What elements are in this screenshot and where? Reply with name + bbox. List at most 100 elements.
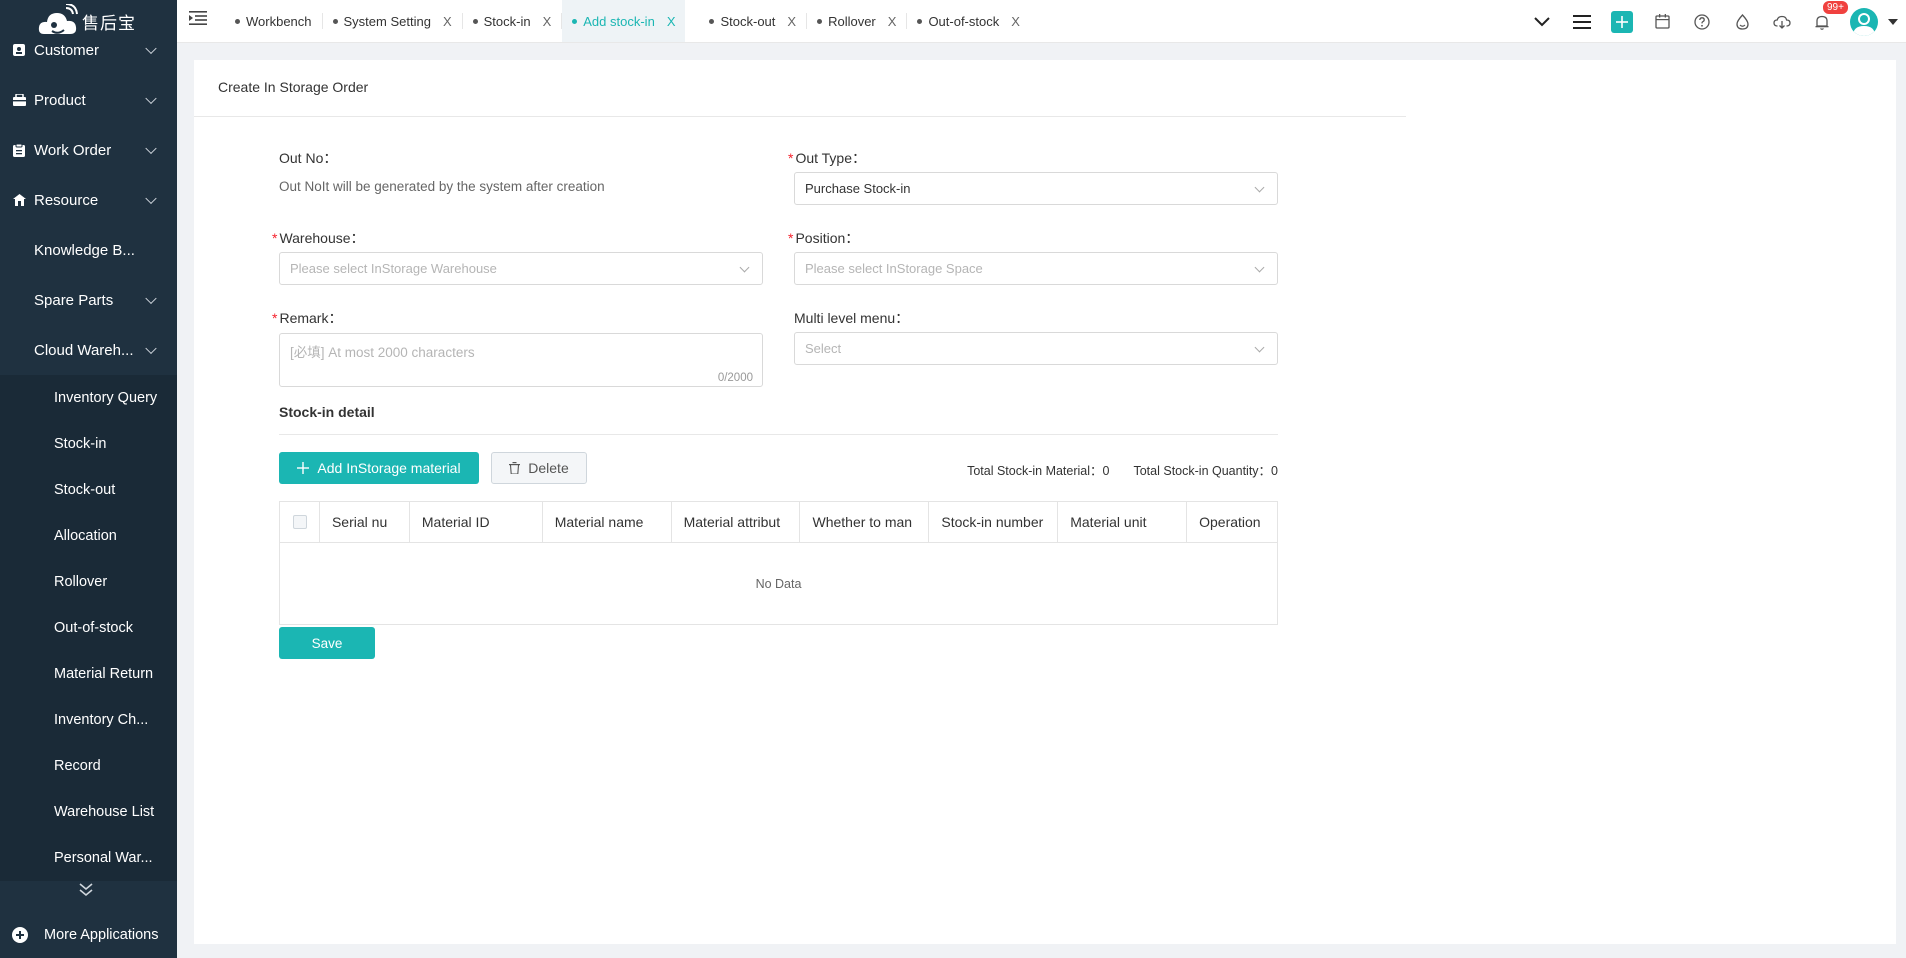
skin-button[interactable] [1722, 0, 1762, 43]
sidebar-item-label: Rollover [54, 574, 108, 590]
sidebar-item-out-of-stock[interactable]: Out-of-stock [0, 605, 177, 651]
tab-label: Rollover [828, 13, 876, 29]
column-header[interactable]: Material ID [410, 502, 543, 542]
calendar-icon [1654, 14, 1670, 29]
sidebar-item-allocation[interactable]: Allocation [0, 513, 177, 559]
notification-button[interactable]: 99+ [1802, 0, 1849, 43]
tabs-dropdown-button[interactable] [1522, 0, 1562, 43]
select-all-cell [280, 502, 320, 542]
tab-add-stock-in[interactable]: Add stock-in X [562, 0, 686, 42]
sidebar-item-customer[interactable]: Customer [0, 25, 177, 75]
sidebar-item-warehouse-list[interactable]: Warehouse List [0, 789, 177, 835]
download-button[interactable] [1762, 0, 1802, 43]
close-icon[interactable]: X [667, 14, 676, 29]
sidebar-item-label: Product [34, 91, 86, 109]
column-header[interactable]: Serial nu [320, 502, 410, 542]
column-header[interactable]: Material name [543, 502, 672, 542]
sidebar-item-label: Cloud Wareh... [34, 341, 134, 359]
sidebar-item-stock-in[interactable]: Stock-in [0, 421, 177, 467]
warehouse-select[interactable]: Please select InStorage Warehouse [279, 252, 763, 285]
tab-dot-icon [917, 18, 923, 24]
sidebar-item-label: Customer [34, 41, 100, 59]
cloud-warehouse-submenu: Inventory Query Stock-in Stock-out Alloc… [0, 375, 177, 881]
delete-button[interactable]: Delete [491, 452, 587, 484]
more-applications-button[interactable]: More Applications [0, 912, 177, 958]
close-icon[interactable]: X [1011, 14, 1020, 29]
sidebar-item-resource[interactable]: Resource [0, 175, 177, 225]
delete-label: Delete [528, 460, 569, 476]
column-header[interactable]: Material attribut [672, 502, 801, 542]
chevron-down-icon [1254, 262, 1265, 273]
tab-stock-in[interactable]: Stock-in X [463, 0, 562, 42]
tab-out-of-stock[interactable]: Out-of-stock X [907, 0, 1029, 42]
tab-rollover[interactable]: Rollover X [807, 0, 906, 42]
sidebar-item-label: Warehouse List [54, 804, 155, 820]
remark-placeholder: [必填] At most 2000 characters [290, 345, 475, 360]
close-icon[interactable]: X [443, 14, 452, 29]
double-chevron-down-icon[interactable] [76, 880, 96, 900]
position-select[interactable]: Please select InStorage Space [794, 252, 1278, 285]
close-icon[interactable]: X [787, 14, 796, 29]
sidebar-item-material-return[interactable]: Material Return [0, 651, 177, 697]
total-material-value: 0 [1102, 464, 1110, 478]
sidebar-item-label: Record [54, 758, 101, 774]
sidebar-item-stock-out[interactable]: Stock-out [0, 467, 177, 513]
multi-level-menu-select[interactable]: Select [794, 332, 1278, 365]
resource-icon [12, 193, 26, 207]
sidebar-item-rollover[interactable]: Rollover [0, 559, 177, 605]
sidebar-item-label: Inventory Ch... [54, 712, 149, 728]
required-mark: * [788, 230, 794, 246]
sidebar-item-work-order[interactable]: Work Order [0, 125, 177, 175]
sidebar-item-personal-warehouse[interactable]: Personal War... [0, 835, 177, 881]
sidebar-item-record[interactable]: Record [0, 743, 177, 789]
out-type-label-text: Out Type： [795, 150, 867, 166]
menu-fold-icon[interactable] [189, 10, 207, 26]
sidebar-item-inventory-check[interactable]: Inventory Ch... [0, 697, 177, 743]
remark-textarea[interactable]: [必填] At most 2000 characters 0/2000 [279, 333, 763, 387]
user-menu-button[interactable] [1842, 0, 1906, 43]
calendar-button[interactable] [1642, 0, 1682, 43]
sidebar-item-product[interactable]: Product [0, 75, 177, 125]
tab-stock-out[interactable]: Stock-out X [699, 0, 806, 42]
tab-label: Out-of-stock [928, 13, 1000, 29]
column-header[interactable]: Whether to man [800, 502, 930, 542]
chevron-down-icon [1534, 16, 1550, 26]
tab-workbench[interactable]: Workbench [225, 0, 322, 42]
multi-level-menu-label: Multi level menu： [794, 310, 910, 326]
tab-label: Stock-in [483, 13, 531, 29]
work-order-icon [12, 143, 26, 157]
sidebar-item-spare-parts[interactable]: Spare Parts [0, 275, 177, 325]
header-actions: 99+ [1522, 0, 1906, 43]
column-header[interactable]: Stock-in number [929, 502, 1059, 542]
column-header[interactable]: Material unit [1058, 502, 1188, 542]
tab-dot-icon [709, 18, 715, 24]
sidebar-item-knowledge-base[interactable]: Knowledge B... [0, 225, 177, 275]
sidebar-item-label: Allocation [54, 528, 117, 544]
sidebar-item-cloud-warehouse[interactable]: Cloud Wareh... [0, 325, 177, 375]
warehouse-label-text: Warehouse： [279, 230, 365, 246]
sidebar-item-label: Spare Parts [34, 291, 114, 309]
add-instorage-material-button[interactable]: Add InStorage material [279, 452, 479, 484]
select-all-checkbox[interactable] [293, 515, 307, 529]
close-icon[interactable]: X [543, 14, 552, 29]
chevron-down-icon [1254, 182, 1265, 193]
tab-bar: Workbench System Setting X Stock-in X Ad… [225, 0, 1030, 43]
chevron-down-icon [739, 262, 750, 273]
tab-system-setting[interactable]: System Setting X [323, 0, 462, 42]
save-button[interactable]: Save [279, 627, 375, 659]
stock-in-detail-title: Stock-in detail [279, 404, 375, 420]
close-icon[interactable]: X [888, 14, 897, 29]
position-label-text: Position： [795, 230, 860, 246]
stock-in-detail-table: Serial nu Material ID Material name Mate… [279, 501, 1278, 625]
avatar [1850, 7, 1878, 36]
help-button[interactable] [1682, 0, 1722, 43]
sidebar-item-inventory-query[interactable]: Inventory Query [0, 375, 177, 421]
quick-create-button[interactable] [1602, 0, 1642, 43]
water-drop-icon [1735, 13, 1749, 30]
multi-level-menu-placeholder: Select [805, 341, 842, 356]
sidebar-item-label: Out-of-stock [54, 620, 133, 636]
tabs-menu-button[interactable] [1562, 0, 1602, 43]
tab-dot-icon [332, 18, 338, 24]
out-type-label: * Out Type： [788, 148, 866, 168]
out-type-select[interactable]: Purchase Stock-in [794, 172, 1278, 205]
